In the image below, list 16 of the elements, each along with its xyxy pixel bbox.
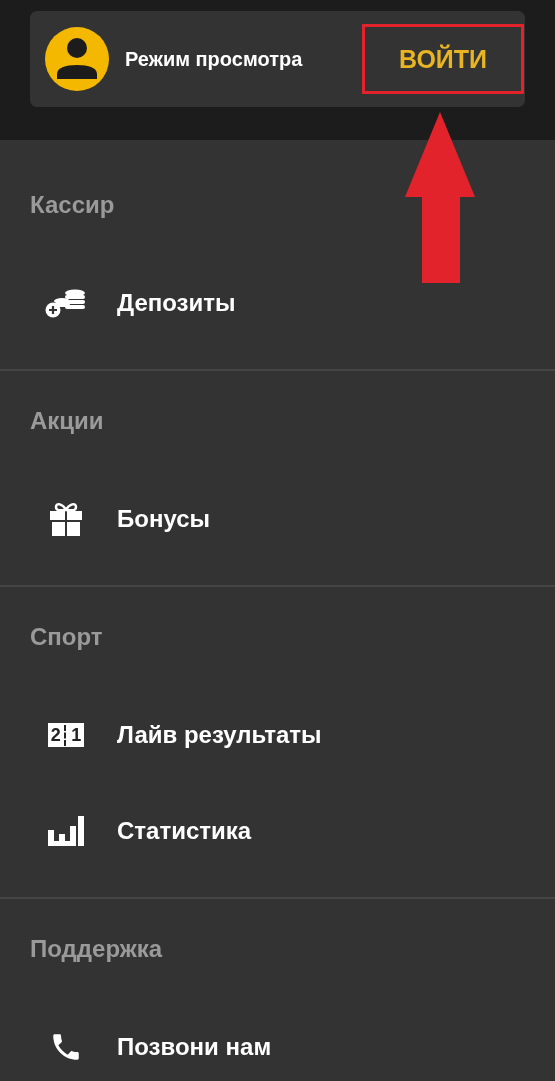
menu-item[interactable]: Статистика (0, 783, 555, 879)
scoreboard-icon: 2 1 (48, 723, 84, 747)
user-mode-label: Режим просмотра (125, 47, 304, 71)
menu-item[interactable]: Бонусы (0, 471, 555, 567)
section-heading: Поддержка (30, 934, 163, 964)
section-heading: Акции (30, 406, 104, 436)
menu-item[interactable]: 2 1 Лайв результаты (0, 687, 555, 783)
coins-icon (45, 288, 87, 318)
section-heading: Спорт (30, 622, 103, 652)
section-heading: Кассир (30, 190, 115, 220)
menu-item[interactable]: Депозиты (0, 255, 555, 351)
gift-icon (49, 501, 83, 537)
login-button[interactable]: ВОЙТИ (362, 24, 524, 94)
menu-item[interactable]: Позвони нам (0, 999, 555, 1081)
bar-chart-icon (48, 816, 84, 846)
avatar-icon (45, 27, 109, 91)
